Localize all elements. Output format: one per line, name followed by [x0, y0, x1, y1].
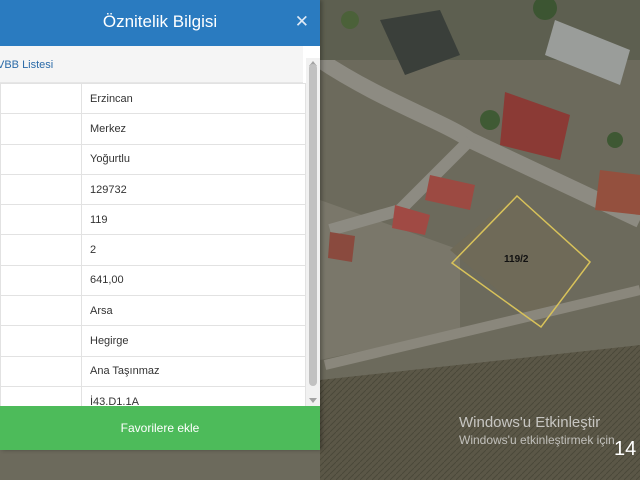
attribute-key	[0, 83, 82, 115]
attribute-key	[0, 325, 82, 357]
attribute-key	[0, 143, 82, 175]
scroll-thumb[interactable]	[309, 64, 317, 386]
vbb-list-link[interactable]: VBB Listesi	[0, 46, 303, 83]
attribute-value: Ana Taşınmaz	[81, 355, 306, 387]
table-row: 2	[0, 234, 306, 266]
add-to-favorites-button[interactable]: Favorilere ekle	[0, 406, 320, 450]
attribute-value: Yoğurtlu	[81, 143, 306, 175]
taskbar-clock: 14	[614, 438, 637, 460]
table-row: İ43.D1.1A	[0, 385, 306, 406]
attribute-key	[0, 355, 82, 387]
attribute-value: Hegirge	[81, 325, 306, 357]
attribute-value: 119	[81, 204, 306, 236]
attribute-value: 2	[81, 234, 306, 266]
table-row: Yoğurtlu	[0, 143, 306, 175]
table-row: 119	[0, 204, 306, 236]
table-row: 641,00	[0, 264, 306, 297]
attribute-value: Arsa	[81, 295, 306, 327]
attribute-value: 641,00	[81, 264, 306, 297]
attribute-key	[0, 264, 82, 297]
panel-title: Öznitelik Bilgisi	[102, 12, 218, 31]
table-row: Ana Taşınmaz	[0, 355, 306, 387]
table-row: Merkez	[0, 113, 306, 145]
attribute-value: Erzincan	[81, 83, 306, 115]
scroll-down-arrow-icon[interactable]	[309, 398, 317, 403]
attribute-key	[0, 204, 82, 236]
table-row: Arsa	[0, 295, 306, 327]
attribute-key	[0, 385, 82, 406]
attribute-value: 129732	[81, 173, 306, 206]
attribute-panel: Öznitelik Bilgisi ✕ VBB Listesi Erzincan…	[0, 0, 320, 450]
scrollbar[interactable]	[306, 58, 320, 406]
table-row: 129732	[0, 173, 306, 206]
activation-watermark-title: Windows'u Etkinleştir	[459, 414, 601, 431]
parcel-label: 119/2	[504, 254, 529, 265]
attribute-key	[0, 173, 82, 206]
attribute-value: İ43.D1.1A	[81, 385, 306, 406]
close-icon[interactable]: ✕	[295, 12, 309, 32]
attribute-key	[0, 113, 82, 145]
attribute-key	[0, 295, 82, 327]
activation-watermark-text: Windows'u etkinleştirmek için	[459, 433, 615, 447]
table-row: Erzincan	[0, 83, 306, 115]
attribute-table: Erzincan Merkez Yoğurtlu 129732 119 2 641,00 Ar…	[0, 83, 306, 406]
attribute-key	[0, 234, 82, 266]
panel-header: Öznitelik Bilgisi ✕	[0, 0, 320, 46]
table-row: Hegirge	[0, 325, 306, 357]
attribute-value: Merkez	[81, 113, 306, 145]
